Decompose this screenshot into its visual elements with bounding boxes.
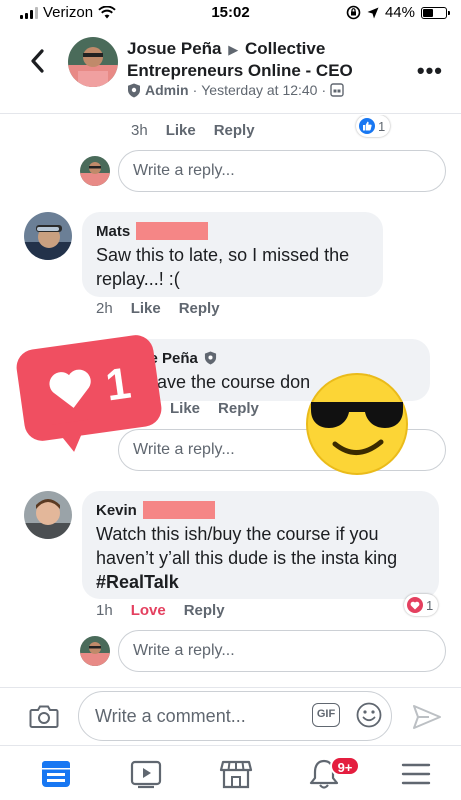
commenter-name-row: Kevin xyxy=(96,500,425,520)
tab-news-feed[interactable] xyxy=(38,758,74,790)
comment-actions: Like Reply xyxy=(170,400,259,417)
post-title[interactable]: Josue Peña ▶ Collective Entrepreneurs On… xyxy=(127,38,417,81)
love-reaction-icon xyxy=(407,597,423,613)
reaction-count: 1 xyxy=(426,597,434,613)
comment-actions: 1h Love Reply xyxy=(96,602,225,619)
name-redaction xyxy=(142,501,215,519)
comment-text: Watch this ish/buy the course if you hav… xyxy=(96,522,425,594)
notifications-count-badge: 9+ xyxy=(330,756,360,776)
tab-watch[interactable] xyxy=(128,758,164,790)
hashtag-link[interactable]: #RealTalk xyxy=(96,572,179,592)
meta-separator: · xyxy=(321,82,327,98)
commenter-name-row: sue Peña xyxy=(132,348,416,368)
gif-button[interactable]: GIF xyxy=(312,703,340,727)
commenter-name-row: Mats xyxy=(96,221,369,241)
arrow-right-icon: ▶ xyxy=(228,42,239,57)
reply-input[interactable]: Write a reply... xyxy=(118,150,446,192)
comment-input[interactable]: Write a comment... xyxy=(78,691,392,741)
reply-button[interactable]: Reply xyxy=(218,400,259,417)
comment-time: 2h xyxy=(96,300,113,317)
battery-percent: 44% xyxy=(384,4,415,21)
comment-composer: Write a comment... GIF xyxy=(0,687,461,745)
love-button[interactable]: Love xyxy=(131,602,166,619)
name-redaction xyxy=(136,222,209,240)
admin-shield-icon xyxy=(204,351,216,365)
reply-composer: Write a reply... xyxy=(80,150,448,192)
comment-time: 1h xyxy=(96,602,113,619)
commenter-avatar[interactable] xyxy=(24,212,72,260)
admin-shield-icon xyxy=(128,83,140,97)
reply-button[interactable]: Reply xyxy=(214,122,255,139)
tab-marketplace[interactable] xyxy=(218,758,254,790)
like-button[interactable]: Like xyxy=(166,122,196,139)
commenter-avatar[interactable] xyxy=(24,491,72,539)
heart-icon xyxy=(49,369,91,408)
rotation-lock-icon xyxy=(346,5,361,20)
reaction-badge[interactable]: 1 xyxy=(356,115,391,137)
tab-menu[interactable] xyxy=(398,758,434,790)
system-status: 44% xyxy=(346,4,450,21)
location-icon xyxy=(367,7,379,18)
author-name[interactable]: Josue Peña xyxy=(127,39,222,58)
emoji-button[interactable] xyxy=(356,702,382,728)
comment-placeholder: Write a comment... xyxy=(95,706,246,726)
like-reaction-icon xyxy=(359,118,375,134)
like-button[interactable]: Like xyxy=(131,300,161,317)
reply-button[interactable]: Reply xyxy=(179,300,220,317)
reply-button[interactable]: Reply xyxy=(184,602,225,619)
like-notification-sticker: 1 xyxy=(14,330,166,470)
comment-text: Saw this to late, so I missed the replay… xyxy=(96,245,350,289)
reaction-badge[interactable]: 1 xyxy=(404,594,439,616)
more-options-button[interactable]: ••• xyxy=(417,58,443,84)
author-avatar[interactable] xyxy=(68,37,118,87)
reply-composer: Write a reply... xyxy=(80,630,448,672)
comment-actions: 2h Like Reply xyxy=(96,300,220,317)
reaction-count: 1 xyxy=(378,118,386,134)
post-meta: Admin · Yesterday at 12:40 · xyxy=(127,82,344,98)
comment-actions: 3h Like Reply xyxy=(131,122,255,139)
post-timestamp[interactable]: Yesterday at 12:40 xyxy=(201,82,317,98)
comment-body: Watch this ish/buy the course if you hav… xyxy=(96,524,398,568)
commenter-name[interactable]: Mats xyxy=(96,223,130,240)
bottom-tab-bar: 9+ xyxy=(0,745,461,800)
meta-separator: · xyxy=(192,82,198,98)
send-icon[interactable] xyxy=(412,703,442,731)
group-privacy-icon xyxy=(330,83,344,97)
reply-input[interactable]: Write a reply... xyxy=(118,630,446,672)
comment-time: 3h xyxy=(131,122,148,139)
post-header: Josue Peña ▶ Collective Entrepreneurs On… xyxy=(0,28,461,114)
battery-icon xyxy=(421,6,450,19)
commenter-name[interactable]: Kevin xyxy=(96,502,137,519)
camera-icon[interactable] xyxy=(29,703,59,729)
comment-bubble[interactable]: Kevin Watch this ish/buy the course if y… xyxy=(82,491,439,599)
like-button[interactable]: Like xyxy=(170,400,200,417)
comment-bubble[interactable]: Mats Saw this to late, so I missed the r… xyxy=(82,212,383,297)
user-avatar xyxy=(80,156,110,186)
admin-label: Admin xyxy=(145,82,189,98)
back-button[interactable] xyxy=(26,46,50,76)
sticker-tail xyxy=(52,419,92,455)
status-bar: Verizon 15:02 44% xyxy=(0,0,461,24)
sunglasses-emoji-icon xyxy=(306,373,408,475)
user-avatar xyxy=(80,636,110,666)
